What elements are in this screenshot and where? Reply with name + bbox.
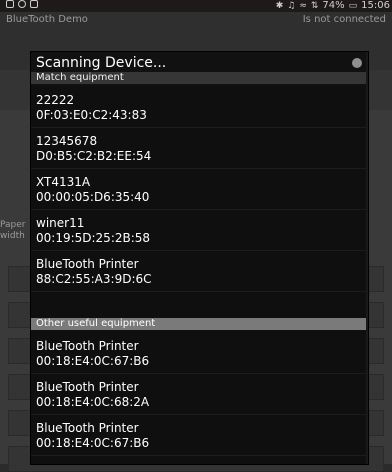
- device-item-winer11[interactable]: winer11 00:19:5D:25:2B:58: [31, 210, 368, 251]
- connection-status: Is not connected: [302, 14, 386, 25]
- other-equipment-header: Other useful equipment: [31, 318, 368, 330]
- matched-device-list: 22222 0F:03:E0:C2:43:83 12345678 D0:B5:C…: [31, 87, 368, 292]
- device-item-12345678[interactable]: 12345678 D0:B5:C2:B2:EE:54: [31, 128, 368, 169]
- status-right: ✱ ♫ ≈ ⇅ 74% ▭ 15:06: [276, 0, 390, 12]
- device-name: XT4131A: [36, 175, 91, 189]
- paper-width-label: Paper width: [0, 220, 26, 241]
- device-mac: 00:18:E4:0C:67:B6: [36, 436, 150, 450]
- clock: 15:06: [361, 0, 390, 11]
- device-item-bluetooth-printer[interactable]: BlueTooth Printer 00:18:E4:0C:68:2A: [31, 374, 368, 415]
- device-name: winer11: [36, 216, 85, 230]
- device-mac: 00:18:E4:0C:68:2A: [36, 395, 150, 409]
- loading-spinner-icon: [352, 58, 362, 68]
- device-mac: 00:00:05:D6:35:40: [36, 190, 150, 204]
- device-name: BlueTooth Printer: [36, 257, 139, 271]
- circle-icon: [18, 0, 26, 8]
- device-mac: 00:18:E4:0C:67:B6: [36, 354, 150, 368]
- wifi-icon: ≈: [299, 1, 307, 11]
- app-title: BlueTooth Demo: [6, 14, 88, 25]
- mute-icon: ♫: [287, 1, 296, 11]
- battery-percent: 74%: [322, 0, 345, 11]
- device-scan-dialog: Scanning Device... Match equipment 22222…: [31, 52, 368, 464]
- device-item-bluetooth-printer[interactable]: BlueTooth Printer 00:18:E4:0C:67:B6: [31, 333, 368, 374]
- device-name: BlueTooth Printer: [36, 421, 139, 435]
- status-bar: ✱ ♫ ≈ ⇅ 74% ▭ 15:06: [0, 0, 392, 12]
- device-mac: D0:B5:C2:B2:EE:54: [36, 149, 152, 163]
- device-name: BlueTooth Printer: [36, 339, 139, 353]
- other-device-list: BlueTooth Printer 00:18:E4:0C:67:B6 Blue…: [31, 333, 368, 456]
- battery-icon: ▭: [348, 1, 358, 11]
- device-mac: 00:19:5D:25:2B:58: [36, 231, 151, 245]
- device-item-xt4131a[interactable]: XT4131A 00:00:05:D6:35:40: [31, 169, 368, 210]
- device-mac: 88:C2:55:A3:9D:6C: [36, 272, 152, 286]
- scrollbar[interactable]: [366, 52, 368, 464]
- device-name: 22222: [36, 93, 75, 107]
- app-header: BlueTooth Demo Is not connected: [0, 12, 392, 38]
- device-item-22222[interactable]: 22222 0F:03:E0:C2:43:83: [31, 87, 368, 128]
- device-name: BlueTooth Printer: [36, 380, 139, 394]
- shield-icon: [30, 0, 38, 8]
- match-equipment-header: Match equipment: [31, 72, 368, 84]
- device-item-bluetooth-printer[interactable]: BlueTooth Printer 88:C2:55:A3:9D:6C: [31, 251, 368, 292]
- device-name: 12345678: [36, 134, 98, 148]
- device-item-bluetooth-printer[interactable]: BlueTooth Printer 00:18:E4:0C:67:B6: [31, 415, 368, 456]
- device-mac: 0F:03:E0:C2:43:83: [36, 108, 147, 122]
- gallery-icon: [6, 0, 14, 8]
- bluetooth-icon: ✱: [275, 1, 284, 11]
- dialog-title: Scanning Device...: [36, 55, 167, 71]
- status-left: [6, 0, 38, 8]
- data-icon: ⇅: [310, 1, 319, 11]
